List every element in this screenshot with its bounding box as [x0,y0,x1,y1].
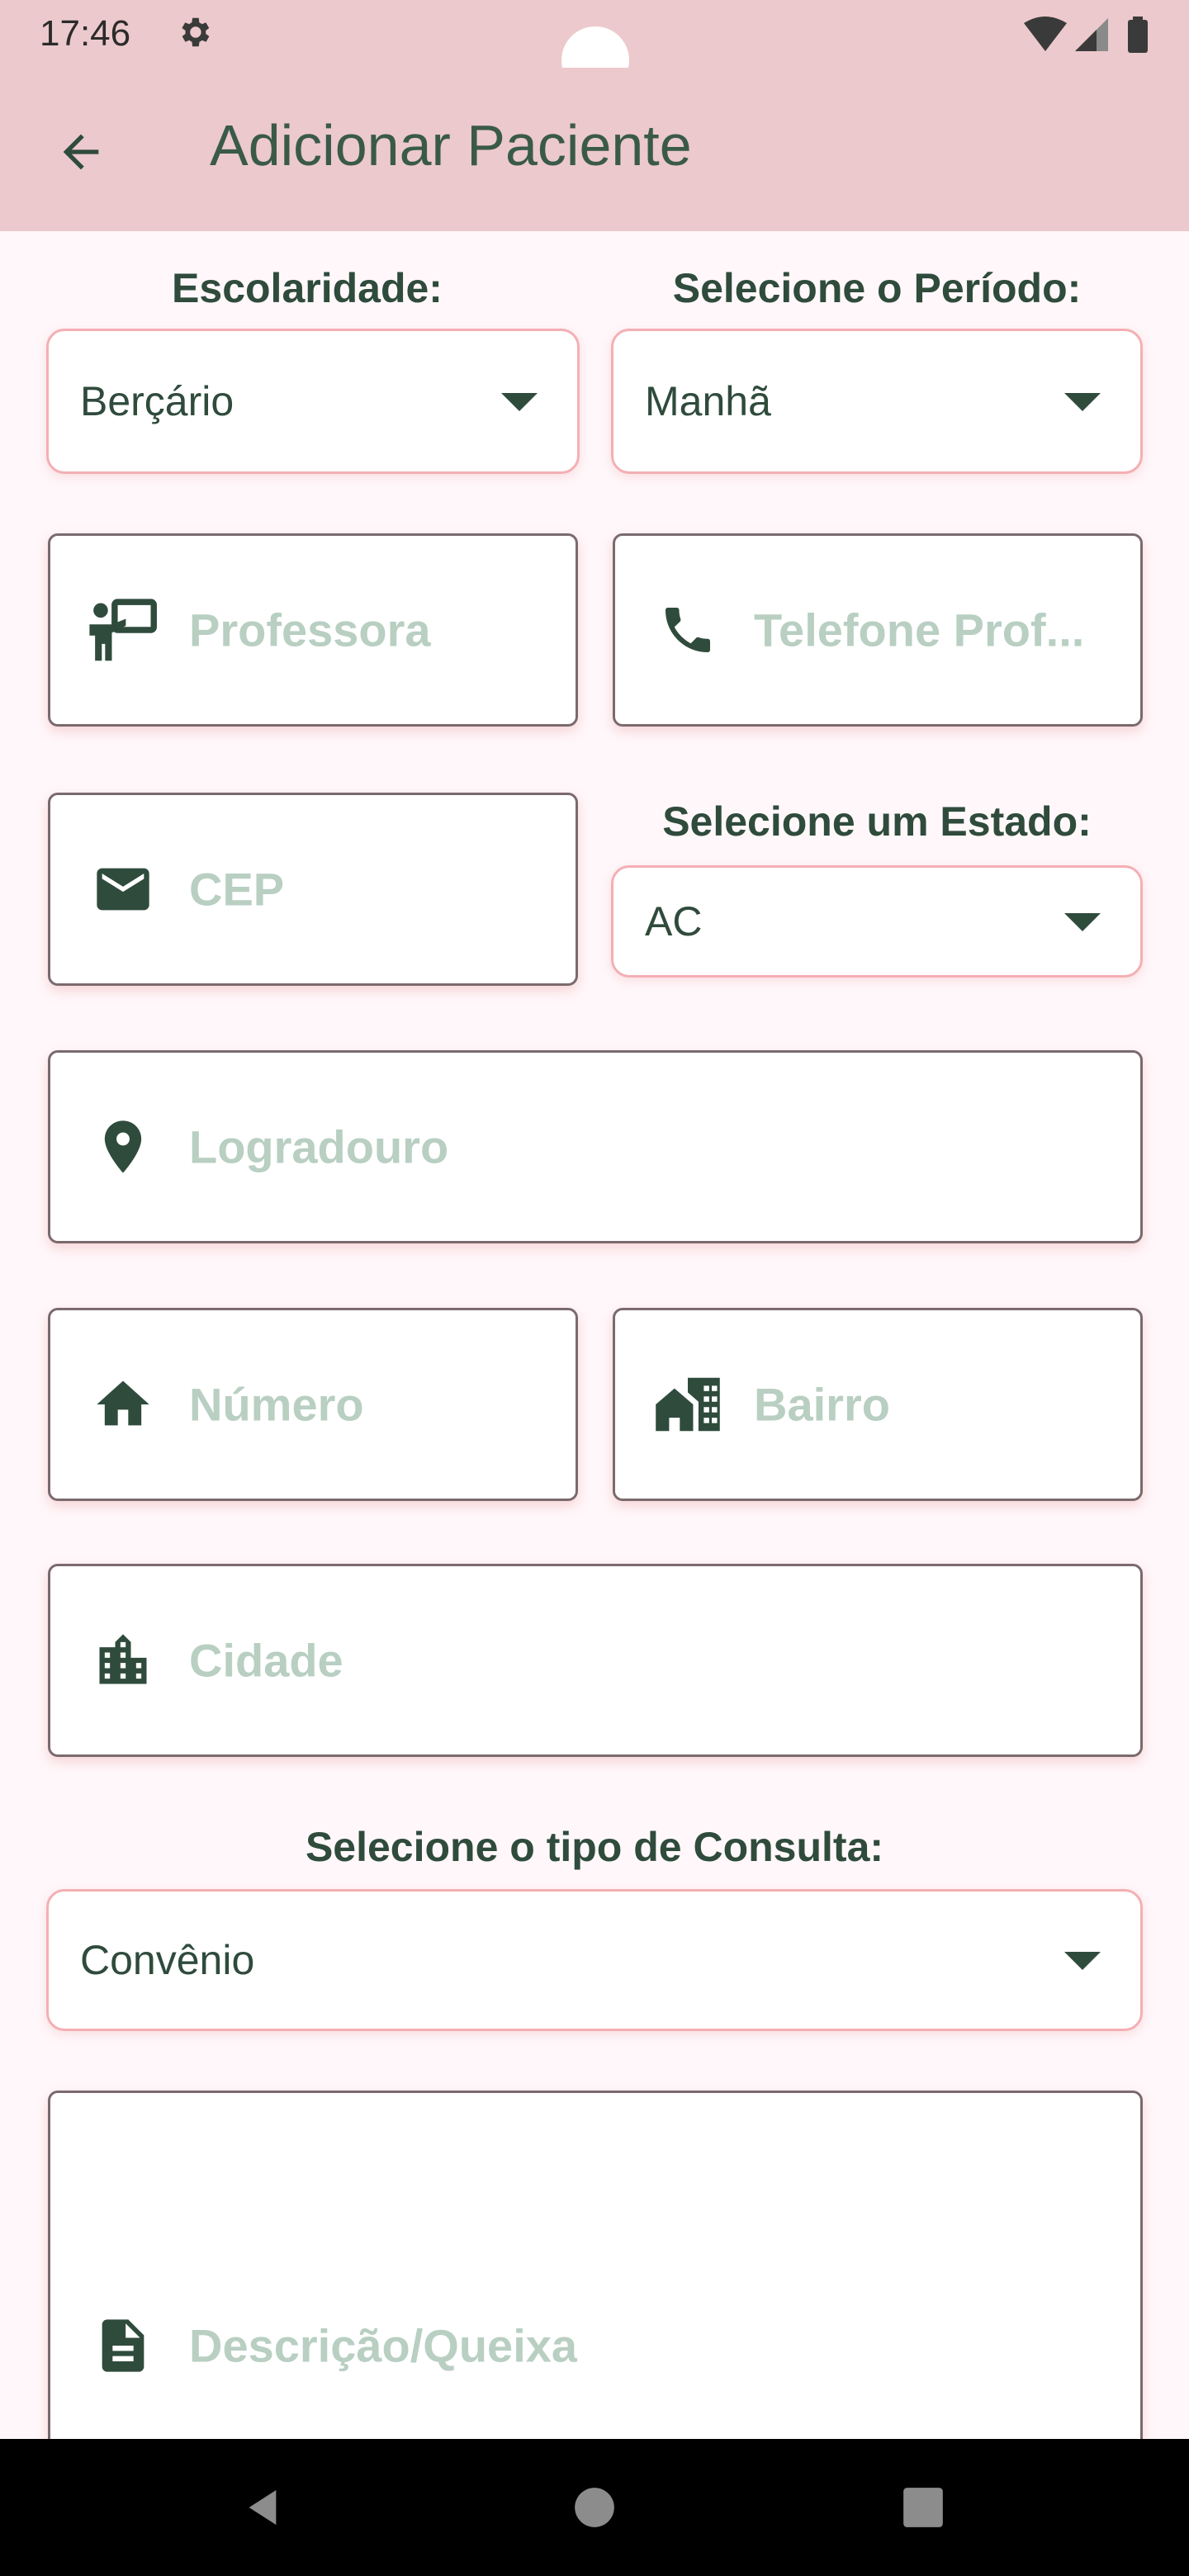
consulta-dropdown[interactable]: Convênio [46,1889,1143,2031]
escolaridade-dropdown[interactable]: Berçário [46,329,580,474]
periodo-value: Manhã [645,378,771,424]
settings-gear-icon [182,17,210,47]
teacher-icon [87,594,159,666]
status-icons [1024,17,1148,53]
battery-icon [1128,20,1148,53]
logradouro-field[interactable]: Logradouro [48,1050,1143,1243]
estado-dropdown[interactable]: AC [611,865,1143,978]
escolaridade-value: Berçário [80,378,234,424]
dropdown-arrow-icon [1064,393,1101,411]
descricao-field[interactable]: Descrição/Queixa [48,2091,1143,2470]
periodo-label: Selecione o Período: [672,265,1082,311]
dropdown-arrow-icon [501,393,538,411]
back-button[interactable] [46,117,116,187]
nav-home-icon[interactable] [573,2486,616,2529]
descricao-placeholder: Descrição/Queixa [189,2319,578,2372]
bairro-placeholder: Bairro [754,1378,890,1431]
app-bar: Adicionar Paciente [0,68,1189,231]
telefone-placeholder: Telefone Prof... [754,604,1085,656]
location-pin-icon [87,1110,159,1183]
nav-back-icon[interactable] [239,2484,286,2531]
estado-value: AC [645,898,703,945]
cep-placeholder: CEP [189,863,285,916]
estado-label: Selecione um Estado: [662,798,1092,845]
phone-icon [651,594,724,666]
consulta-label: Selecione o tipo de Consulta: [305,1824,884,1870]
mail-icon [87,853,159,926]
house-building-icon [651,1368,724,1441]
home-icon [87,1368,159,1441]
cidade-field[interactable]: Cidade [48,1564,1143,1757]
status-bar: 17:46 [0,0,1189,94]
consulta-value: Convênio [80,1937,255,1983]
telefone-field[interactable]: Telefone Prof... [613,533,1143,727]
status-time: 17:46 [40,13,131,54]
system-nav-bar [0,2439,1189,2576]
escolaridade-label: Escolaridade: [172,265,443,311]
cidade-placeholder: Cidade [189,1634,343,1687]
professora-field[interactable]: Professora [48,533,578,727]
logradouro-placeholder: Logradouro [189,1120,449,1173]
nav-recents-icon[interactable] [902,2486,945,2529]
arrow-back-icon [63,134,99,170]
dropdown-arrow-icon [1064,913,1101,931]
document-icon [87,2309,159,2382]
cep-field[interactable]: CEP [48,793,578,986]
numero-field[interactable]: Número [48,1308,578,1501]
wifi-icon [1024,17,1067,51]
city-icon [87,1624,159,1697]
periodo-dropdown[interactable]: Manhã [611,329,1143,474]
professora-placeholder: Professora [189,604,431,656]
bairro-field[interactable]: Bairro [613,1308,1143,1501]
dropdown-arrow-icon [1064,1952,1101,1970]
page-title: Adicionar Paciente [210,113,692,178]
numero-placeholder: Número [189,1378,364,1431]
